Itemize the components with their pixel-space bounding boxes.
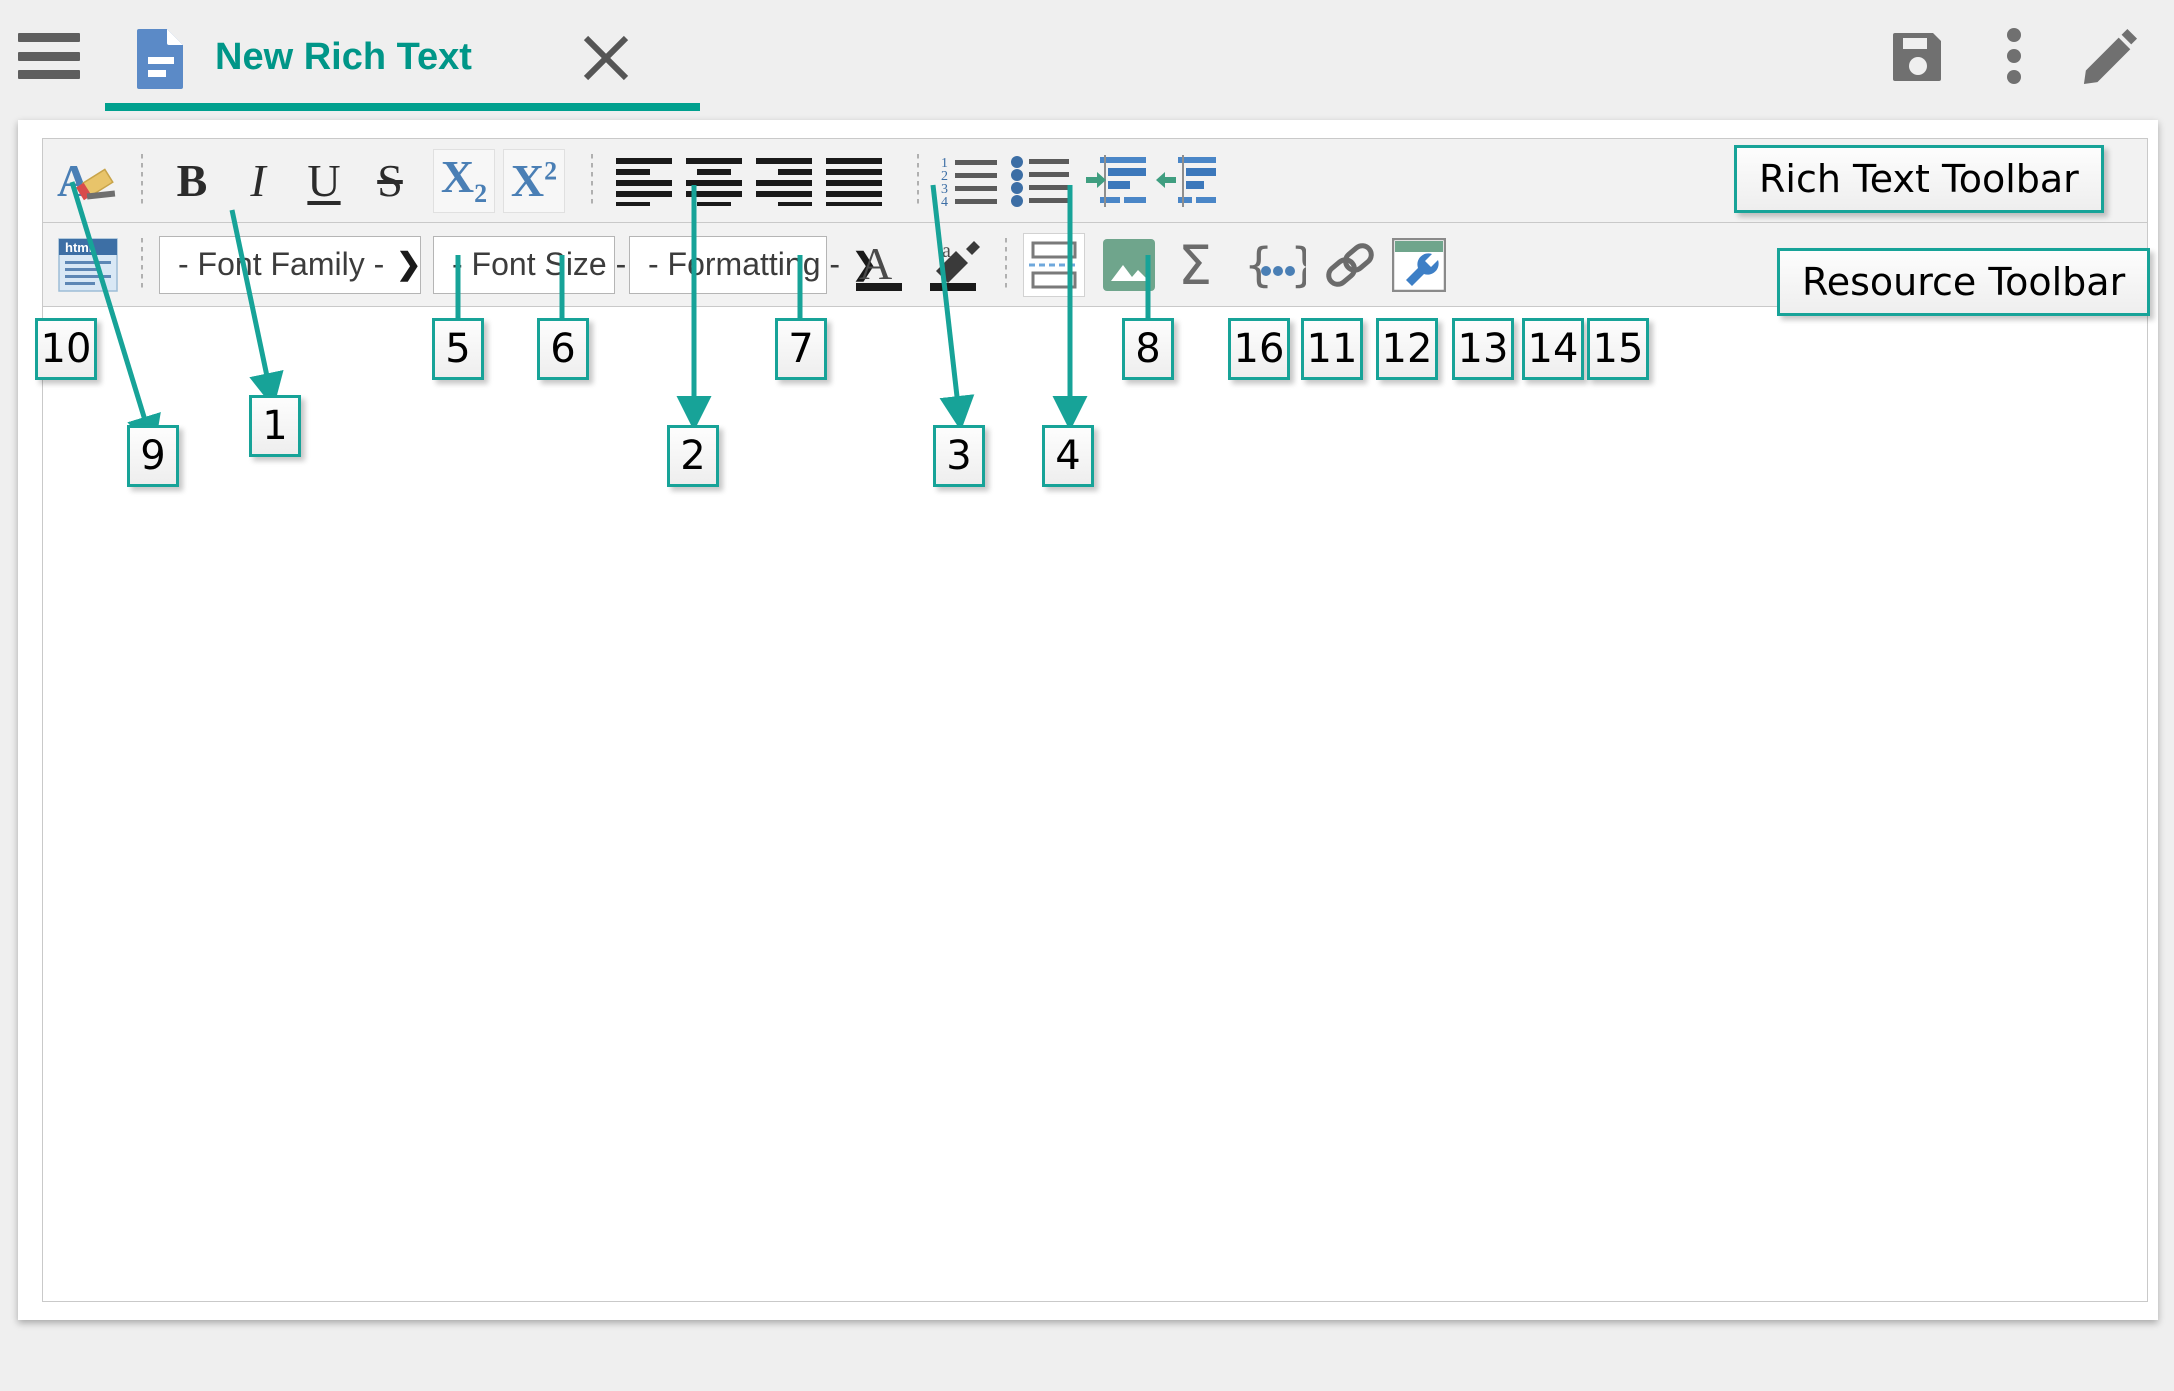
callout-3: 3	[933, 425, 985, 487]
callout-11: 11	[1301, 318, 1363, 380]
font-size-select[interactable]: - Font Size - ❯	[433, 235, 663, 294]
numbered-list-button[interactable]: 1 2 3 4	[935, 148, 1005, 214]
subscript-glyph: X2	[440, 150, 488, 209]
insert-image-icon[interactable]	[1093, 232, 1165, 298]
callout-12: 12	[1376, 318, 1438, 380]
highlight-color-icon[interactable]: a	[917, 232, 989, 298]
toolbar-separator	[141, 237, 143, 292]
resource-toolbar-label: Resource Toolbar	[1777, 248, 2151, 316]
align-justify-button[interactable]	[819, 148, 889, 214]
underline-button[interactable]: U	[291, 148, 357, 214]
strikethrough-button[interactable]: S	[357, 148, 423, 214]
callout-10: 10	[35, 318, 97, 380]
outdent-button[interactable]	[1151, 148, 1221, 214]
callout-4: 4	[1042, 425, 1094, 487]
tab-title: New Rich Text	[215, 36, 472, 78]
bold-button[interactable]: B	[159, 148, 225, 214]
callout-7: 7	[775, 318, 827, 380]
callout-14: 14	[1522, 318, 1584, 380]
hamburger-line	[18, 33, 80, 42]
page-break-icon[interactable]	[1023, 232, 1085, 297]
clear-formatting-icon[interactable]: A	[51, 148, 125, 214]
toolbar-separator	[591, 153, 593, 208]
bold-glyph: B	[176, 154, 208, 206]
rich-text-toolbar-label: Rich Text Toolbar	[1734, 145, 2104, 213]
callout-6: 6	[537, 318, 589, 380]
save-icon[interactable]	[1890, 26, 1946, 86]
svg-text:4: 4	[941, 195, 948, 207]
hamburger-line	[18, 70, 80, 79]
callout-8: 8	[1122, 318, 1174, 380]
callout-16: 16	[1228, 318, 1290, 380]
hamburger-line	[18, 51, 80, 61]
toolbar-separator	[141, 153, 143, 208]
font-family-value: - Font Family -	[178, 246, 385, 282]
close-icon[interactable]	[578, 30, 634, 86]
header-actions	[1890, 0, 2154, 112]
superscript-glyph: X2	[510, 154, 558, 206]
superscript-button[interactable]: X2	[503, 148, 565, 213]
italic-glyph: I	[250, 154, 266, 206]
subscript-button[interactable]: X2	[433, 148, 495, 213]
svg-text:A: A	[859, 238, 892, 289]
tab-active-underline	[105, 103, 700, 111]
svg-text:html: html	[65, 240, 92, 255]
italic-button[interactable]: I	[225, 148, 291, 214]
indent-button[interactable]	[1081, 148, 1151, 214]
insert-link-icon[interactable]	[1313, 232, 1387, 298]
font-family-select[interactable]: - Font Family - ❯	[159, 235, 422, 294]
hamburger-menu-icon[interactable]	[18, 33, 80, 79]
formatting-select[interactable]: - Formatting - ❯	[629, 235, 877, 294]
callout-13: 13	[1452, 318, 1514, 380]
more-options-icon[interactable]	[1986, 26, 2042, 86]
toolbar-separator	[917, 153, 919, 208]
tools-wrench-icon[interactable]	[1387, 232, 1451, 298]
align-center-button[interactable]	[679, 148, 749, 214]
callout-5: 5	[432, 318, 484, 380]
insert-placeholder-icon[interactable]: { }	[1237, 232, 1313, 298]
document-icon	[137, 29, 183, 89]
text-color-icon[interactable]: A	[845, 232, 917, 298]
callout-2: 2	[667, 425, 719, 487]
align-left-button[interactable]	[609, 148, 679, 214]
svg-text:Σ: Σ	[1178, 238, 1212, 292]
strikethrough-glyph: S	[377, 154, 403, 206]
align-right-button[interactable]	[749, 148, 819, 214]
bulleted-list-button[interactable]	[1005, 148, 1075, 214]
underline-glyph: U	[307, 154, 341, 206]
svg-text:{: {	[1244, 239, 1273, 291]
formatting-value: - Formatting -	[648, 246, 841, 282]
app-header: New Rich Text	[0, 0, 2174, 112]
callout-15: 15	[1587, 318, 1649, 380]
chevron-down-icon: ❯	[396, 248, 422, 281]
edit-pencil-icon[interactable]	[2082, 26, 2138, 86]
callout-9: 9	[127, 425, 179, 487]
toolbar-separator	[1005, 237, 1007, 292]
insert-equation-icon[interactable]: Σ	[1165, 232, 1237, 298]
font-size-value: - Font Size -	[452, 246, 627, 282]
svg-text:}: }	[1290, 239, 1306, 291]
html-source-icon[interactable]: html	[51, 232, 125, 298]
editor-content-area[interactable]	[42, 307, 2148, 1302]
callout-1: 1	[249, 395, 301, 457]
